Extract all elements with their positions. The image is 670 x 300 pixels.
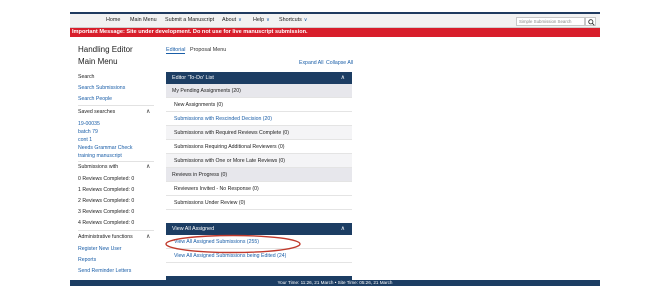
reviews-completed-item[interactable]: 4 Reviews Completed: 0 bbox=[78, 220, 134, 226]
saved-search-item[interactable]: cont 1 bbox=[78, 137, 92, 143]
list-item[interactable]: Submissions with Rescinded Decision (20) bbox=[166, 112, 352, 126]
list-item[interactable]: My Pending Assignments (20) bbox=[166, 84, 352, 98]
nav-home-label: Home bbox=[106, 17, 121, 23]
list-item[interactable]: Submissions with One or More Late Review… bbox=[166, 154, 352, 168]
list-item[interactable]: Reviews in Progress (0) bbox=[166, 168, 352, 182]
admin-functions-heading: Administrative functions bbox=[78, 234, 133, 240]
assigned-panel-header[interactable]: View All Assigned ∧ bbox=[166, 223, 352, 235]
search-heading: Search bbox=[78, 74, 95, 80]
nav-submit-label: Submit a Manuscript bbox=[165, 17, 215, 23]
expand-all-link[interactable]: Expand All bbox=[299, 60, 324, 66]
tab-proposal-menu[interactable]: Proposal Menu bbox=[190, 47, 226, 53]
chevron-down-icon: ∨ bbox=[303, 17, 308, 23]
list-item[interactable]: Reviewers Invited - No Response (0) bbox=[166, 182, 352, 196]
chevron-up-icon[interactable]: ∧ bbox=[146, 108, 150, 115]
sidebar-link-reports[interactable]: Reports bbox=[78, 257, 96, 263]
list-item[interactable]: View All Assigned Submissions (255) bbox=[166, 235, 352, 249]
collapse-all-link[interactable]: Collapse All bbox=[326, 60, 353, 66]
footer-time-bar: Your Time: 11:26, 21 March • Site Time: … bbox=[70, 280, 600, 286]
nav-home[interactable]: Home bbox=[106, 17, 120, 23]
divider bbox=[78, 161, 154, 162]
list-item[interactable]: Submissions with Required Reviews Comple… bbox=[166, 126, 352, 140]
search-icon bbox=[588, 19, 595, 26]
nav-shortcuts-label: Shortcuts bbox=[279, 17, 302, 23]
todo-panel-title: Editor 'To-Do' List bbox=[172, 75, 214, 81]
saved-search-item[interactable]: training manuscript bbox=[78, 153, 122, 159]
sidebar-link-reminder-letters[interactable]: Send Reminder Letters bbox=[78, 268, 131, 274]
search-input[interactable]: Simple Submission Search bbox=[516, 17, 585, 26]
submissions-with-heading: Submissions with bbox=[78, 164, 119, 170]
nav-help[interactable]: Help ∨ bbox=[253, 17, 270, 23]
list-item[interactable]: View All Assigned Submissions being Edit… bbox=[166, 249, 352, 263]
sidebar-title: Handling Editor bbox=[78, 45, 133, 54]
nav-main-menu-label: Main Menu bbox=[130, 17, 157, 23]
sidebar-subtitle: Main Menu bbox=[78, 57, 118, 66]
chevron-up-icon[interactable]: ∧ bbox=[146, 233, 150, 240]
tab-editorial[interactable]: Editorial bbox=[166, 47, 186, 54]
search-button[interactable] bbox=[585, 17, 596, 26]
chevron-down-icon: ∨ bbox=[266, 17, 270, 23]
sidebar-link-register-user[interactable]: Register New User bbox=[78, 246, 122, 252]
divider bbox=[78, 105, 154, 106]
nav-help-label: Help bbox=[253, 17, 265, 23]
alert-banner: Important Message: Site under developmen… bbox=[70, 28, 600, 37]
top-navigation: Home Main Menu Submit a Manuscript About… bbox=[70, 12, 600, 28]
divider bbox=[78, 230, 154, 231]
reviews-completed-item[interactable]: 1 Reviews Completed: 0 bbox=[78, 187, 134, 193]
saved-search-item[interactable]: batch 79 bbox=[78, 129, 98, 135]
nav-main-menu[interactable]: Main Menu bbox=[130, 17, 157, 23]
reviews-completed-item[interactable]: 0 Reviews Completed: 0 bbox=[78, 176, 134, 182]
reviews-completed-item[interactable]: 2 Reviews Completed: 0 bbox=[78, 198, 134, 204]
nav-about[interactable]: About ∨ bbox=[222, 17, 242, 23]
list-item[interactable]: New Assignments (0) bbox=[166, 98, 352, 112]
chevron-up-icon[interactable]: ∧ bbox=[146, 163, 150, 170]
app-window: Home Main Menu Submit a Manuscript About… bbox=[70, 12, 600, 286]
saved-searches-heading: Saved searches bbox=[78, 109, 116, 115]
todo-panel-header[interactable]: Editor 'To-Do' List ∧ bbox=[166, 72, 352, 84]
list-item[interactable]: Submissions Under Review (0) bbox=[166, 196, 352, 210]
saved-search-item[interactable]: Needs Grammar Check bbox=[78, 145, 132, 151]
nav-about-label: About bbox=[222, 17, 237, 23]
chevron-up-icon[interactable]: ∧ bbox=[341, 72, 345, 84]
nav-shortcuts[interactable]: Shortcuts ∨ bbox=[279, 17, 307, 23]
nav-submit-manuscript[interactable]: Submit a Manuscript bbox=[165, 17, 214, 23]
saved-search-item[interactable]: 19-00035 bbox=[78, 121, 100, 127]
chevron-down-icon: ∨ bbox=[238, 17, 242, 23]
list-item[interactable]: Submissions Requiring Additional Reviewe… bbox=[166, 140, 352, 154]
assigned-panel-title: View All Assigned bbox=[172, 226, 215, 232]
chevron-up-icon[interactable]: ∧ bbox=[341, 223, 345, 235]
sidebar-link-search-people[interactable]: Search People bbox=[78, 96, 112, 102]
reviews-completed-item[interactable]: 3 Reviews Completed: 0 bbox=[78, 209, 134, 215]
sidebar-link-search-submissions[interactable]: Search Submissions bbox=[78, 85, 125, 91]
sidebar: Handling Editor Main Menu Search Search … bbox=[70, 37, 160, 286]
